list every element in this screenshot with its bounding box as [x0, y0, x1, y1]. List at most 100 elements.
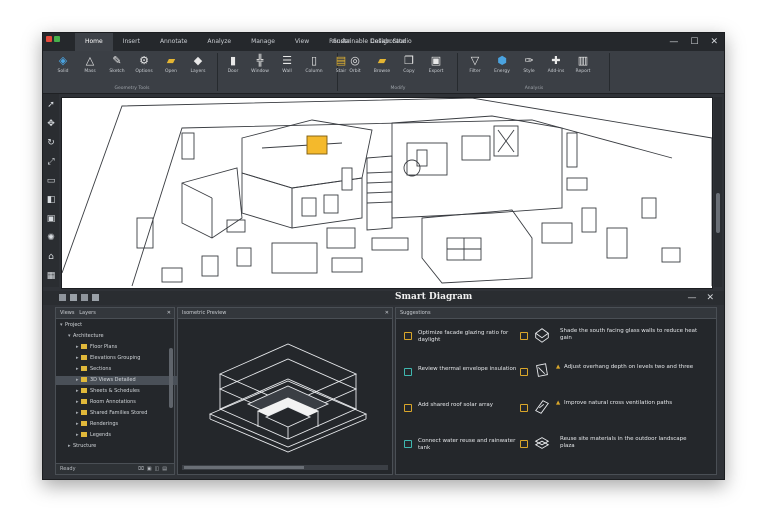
mass-button[interactable]: △ Mass	[78, 55, 102, 75]
energy-button[interactable]: ⬢ Energy	[490, 55, 514, 75]
app-logo	[46, 36, 60, 42]
split-icon[interactable]	[70, 294, 77, 301]
tab-views[interactable]: Views	[60, 310, 74, 316]
suggestion-checkbox[interactable]	[404, 404, 412, 412]
button-label: Window	[251, 69, 269, 74]
tree-scrollbar[interactable]	[169, 348, 173, 408]
solid-button[interactable]: ◈ Solid	[51, 55, 75, 75]
tree-status: Ready	[60, 466, 76, 472]
tree-item[interactable]: ▸ Sheets & Schedules	[56, 387, 184, 396]
tree-item-label: Room Annotations	[90, 399, 136, 405]
tree-item[interactable]: ▸ Shared Families Stored	[56, 409, 184, 418]
suggestion-checkbox[interactable]	[520, 440, 528, 448]
measure-icon[interactable]: ▭	[46, 176, 56, 186]
button-label: Wall	[282, 69, 292, 74]
ribbon-group-3: ◎ Orbit ▰ Browse ❐ Copy ▣ Export Modify	[339, 53, 458, 91]
browse-button[interactable]: ▰ Browse	[370, 54, 394, 75]
app-window: Home Insert Annotate Analyze Manage View Rende…	[42, 32, 725, 480]
suggestion-checkbox[interactable]	[404, 332, 412, 340]
scroll-thumb[interactable]	[716, 193, 720, 233]
light-icon[interactable]: ✺	[46, 233, 56, 243]
model-viewport[interactable]	[61, 97, 713, 289]
model-thumbnail-icon	[536, 363, 548, 377]
tab-annotate[interactable]: Annotate	[150, 33, 197, 51]
tag-icon[interactable]: ⌂	[46, 252, 56, 262]
button-label: Layers	[190, 69, 206, 74]
panel-title: Smart Diagram	[395, 292, 473, 302]
tree-item[interactable]: ▸ Structure	[56, 442, 176, 451]
tree-item[interactable]: ▸ Renderings	[56, 420, 184, 429]
model-thumbnail-icon	[534, 328, 550, 343]
preview-scrollbar[interactable]	[182, 465, 388, 470]
tree-item[interactable]: ▸ Room Annotations	[56, 398, 184, 407]
button-label: Column	[305, 69, 323, 74]
tab-layers[interactable]: Layers	[79, 310, 96, 316]
isometric-model	[208, 343, 368, 453]
tree-item[interactable]: ▸ 3D Views Detailed	[56, 376, 184, 385]
tree-item[interactable]: ▸ Elevations Grouping	[56, 354, 184, 363]
suggestions-header: Suggestions	[396, 308, 716, 319]
add-ins-button[interactable]: ✚ Add-ins	[544, 55, 568, 75]
move-icon[interactable]: ✥	[46, 119, 56, 129]
tree-footer: Ready ⌧▣◫▤	[56, 463, 174, 474]
tree-item[interactable]: ▾ Project	[56, 321, 168, 330]
tab-analyze[interactable]: Analyze	[197, 33, 241, 51]
tree-item[interactable]: ▸ Floor Plans	[56, 343, 184, 352]
ribbon-group-2: ▮ Door ╬ Window ☰ Wall ▯ Column ▤ Stair	[217, 53, 346, 91]
button-label: Browse	[373, 69, 391, 74]
maximize-button[interactable]: ☐	[690, 33, 698, 51]
suggestion-checkbox[interactable]	[520, 368, 528, 376]
close-button[interactable]: ✕	[710, 33, 718, 51]
suggestion-checkbox[interactable]	[404, 440, 412, 448]
close-icon[interactable]: ✕	[385, 308, 389, 318]
style-button[interactable]: ✑ Style	[517, 55, 541, 75]
tab-view[interactable]: View	[285, 33, 319, 51]
rotate-icon[interactable]: ↻	[46, 138, 56, 148]
options-button[interactable]: ⚙ Options	[132, 55, 156, 75]
window-button[interactable]: ╬ Window	[248, 55, 272, 75]
tab-home[interactable]: Home	[75, 33, 113, 51]
scroll-thumb[interactable]	[184, 466, 304, 469]
column-button[interactable]: ▯ Column	[302, 55, 326, 75]
tree-item[interactable]: ▸ Legends	[56, 431, 184, 440]
sketch-button[interactable]: ✎ Sketch	[105, 55, 129, 75]
layout-icon[interactable]	[59, 294, 66, 301]
tree-item[interactable]: ▸ Sections	[56, 365, 184, 374]
panel-minimize-button[interactable]: —	[687, 291, 696, 305]
tree-item[interactable]: ▾ Architecture	[56, 332, 176, 341]
tree-footer-icons[interactable]: ⌧▣◫▤	[138, 464, 170, 474]
filter-button[interactable]: ▽ Filter	[463, 55, 487, 75]
minimize-button[interactable]: —	[669, 33, 678, 51]
door-icon: ▮	[229, 54, 237, 67]
project-browser-header: Views Layers ✕	[56, 308, 174, 319]
export-button[interactable]: ▣ Export	[424, 55, 448, 75]
folder-open-icon: ▰	[377, 54, 387, 67]
panel-bar: Smart Diagram — ✕	[43, 291, 724, 305]
grid-icon[interactable]: ▦	[46, 271, 56, 281]
ribbon-group-caption: Geometry Tools	[114, 86, 150, 91]
camera-icon[interactable]: ▣	[46, 214, 56, 224]
section-icon[interactable]: ◧	[46, 195, 56, 205]
tab-manage[interactable]: Manage	[241, 33, 285, 51]
stack-icon[interactable]	[81, 294, 88, 301]
copy-button[interactable]: ❐ Copy	[397, 55, 421, 75]
report-button[interactable]: ▥ Report	[571, 55, 595, 75]
suggestion-checkbox[interactable]	[520, 404, 528, 412]
open-button[interactable]: ▰ Open	[159, 55, 183, 75]
scale-icon[interactable]: ⤢	[46, 157, 56, 167]
door-button[interactable]: ▮ Door	[221, 54, 245, 75]
preview-tab[interactable]: Isometric Preview	[182, 310, 226, 316]
layers-button[interactable]: ◆ Layers	[186, 55, 210, 75]
select-icon[interactable]: ➚	[46, 100, 56, 110]
suggestion-checkbox[interactable]	[520, 332, 528, 340]
tab-insert[interactable]: Insert	[113, 33, 150, 51]
folder-icon	[81, 344, 87, 349]
panel-close-button[interactable]: ✕	[706, 291, 714, 305]
viewport-scrollbar[interactable]	[714, 97, 722, 287]
wall-button[interactable]: ☰ Wall	[275, 55, 299, 75]
button-label: Export	[428, 69, 444, 74]
orbit-button[interactable]: ◎ Orbit	[343, 55, 367, 75]
close-icon[interactable]: ✕	[167, 308, 171, 318]
tile-icon[interactable]	[92, 294, 99, 301]
suggestion-checkbox[interactable]	[404, 368, 412, 376]
